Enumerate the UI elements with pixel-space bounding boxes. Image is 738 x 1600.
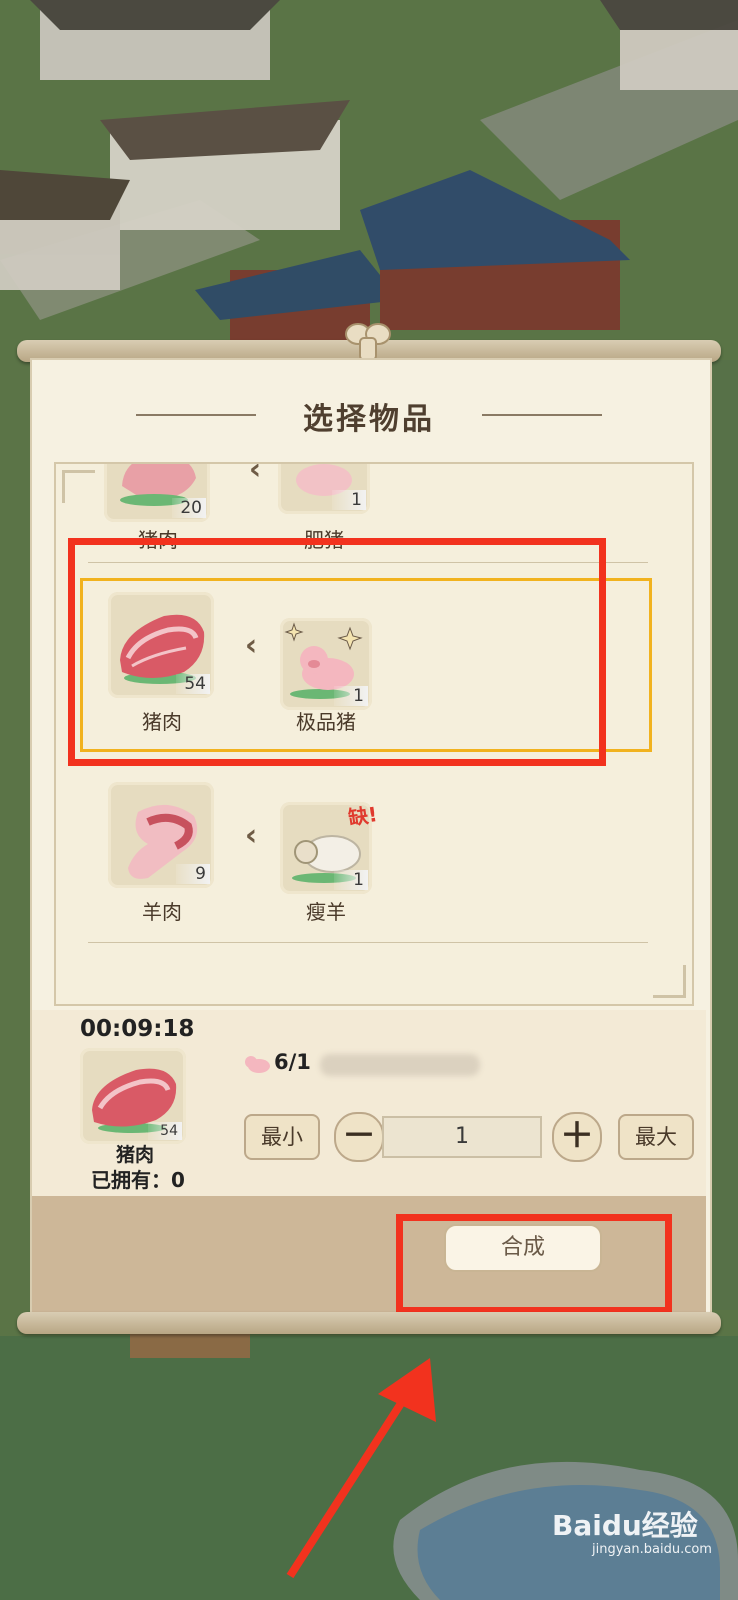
item-count: 1 — [332, 490, 366, 510]
craft-timer: 00:09:18 — [80, 1016, 195, 1042]
craft-item-name: 猪肉 — [115, 1144, 154, 1166]
owned-count: 已拥有：0 — [91, 1168, 185, 1192]
increase-button[interactable]: ＋ — [552, 1112, 602, 1162]
recipe-row[interactable]: 9 羊肉 ‹ 1 缺! 瘦羊 — [56, 772, 692, 942]
ingredient-name: 瘦羊 — [306, 900, 346, 924]
watermark-logo: Baidu经验 — [552, 1509, 698, 1542]
dialog-title: 选择物品 — [303, 402, 435, 437]
item-count: 54 — [148, 1122, 182, 1140]
annotation-box-selected-row — [68, 538, 606, 766]
max-button[interactable]: 最大 — [618, 1114, 694, 1160]
product-slot: 9 — [108, 782, 214, 888]
watermark-url: jingyan.baidu.com — [592, 1542, 712, 1557]
product-slot: 20 — [104, 464, 210, 522]
min-button[interactable]: 最小 — [244, 1114, 320, 1160]
product-name: 羊肉 — [142, 900, 182, 924]
decrease-button[interactable]: － — [334, 1112, 384, 1162]
frame-corner-decor — [653, 965, 686, 998]
pig-icon — [245, 1056, 270, 1073]
annotation-arrow-icon — [286, 1358, 436, 1579]
chevron-left-icon: ‹ — [248, 462, 262, 487]
quantity-field[interactable]: 1 — [382, 1116, 542, 1158]
requirement-count: 6/1 — [274, 1050, 311, 1074]
dialog-header: 选择物品 — [30, 394, 708, 437]
row-divider — [88, 942, 648, 943]
craft-item-slot: 54 — [80, 1048, 186, 1144]
annotation-box-synth-button — [396, 1214, 672, 1314]
blurred-text — [320, 1054, 480, 1076]
item-count: 1 — [334, 870, 368, 890]
chevron-left-icon: ‹ — [244, 818, 258, 853]
ingredient-slot: 1 — [278, 464, 370, 514]
missing-badge: 缺! — [346, 802, 379, 830]
item-count: 9 — [176, 864, 210, 884]
item-count: 20 — [172, 498, 206, 518]
scroll-bottom-rod — [17, 1312, 721, 1334]
